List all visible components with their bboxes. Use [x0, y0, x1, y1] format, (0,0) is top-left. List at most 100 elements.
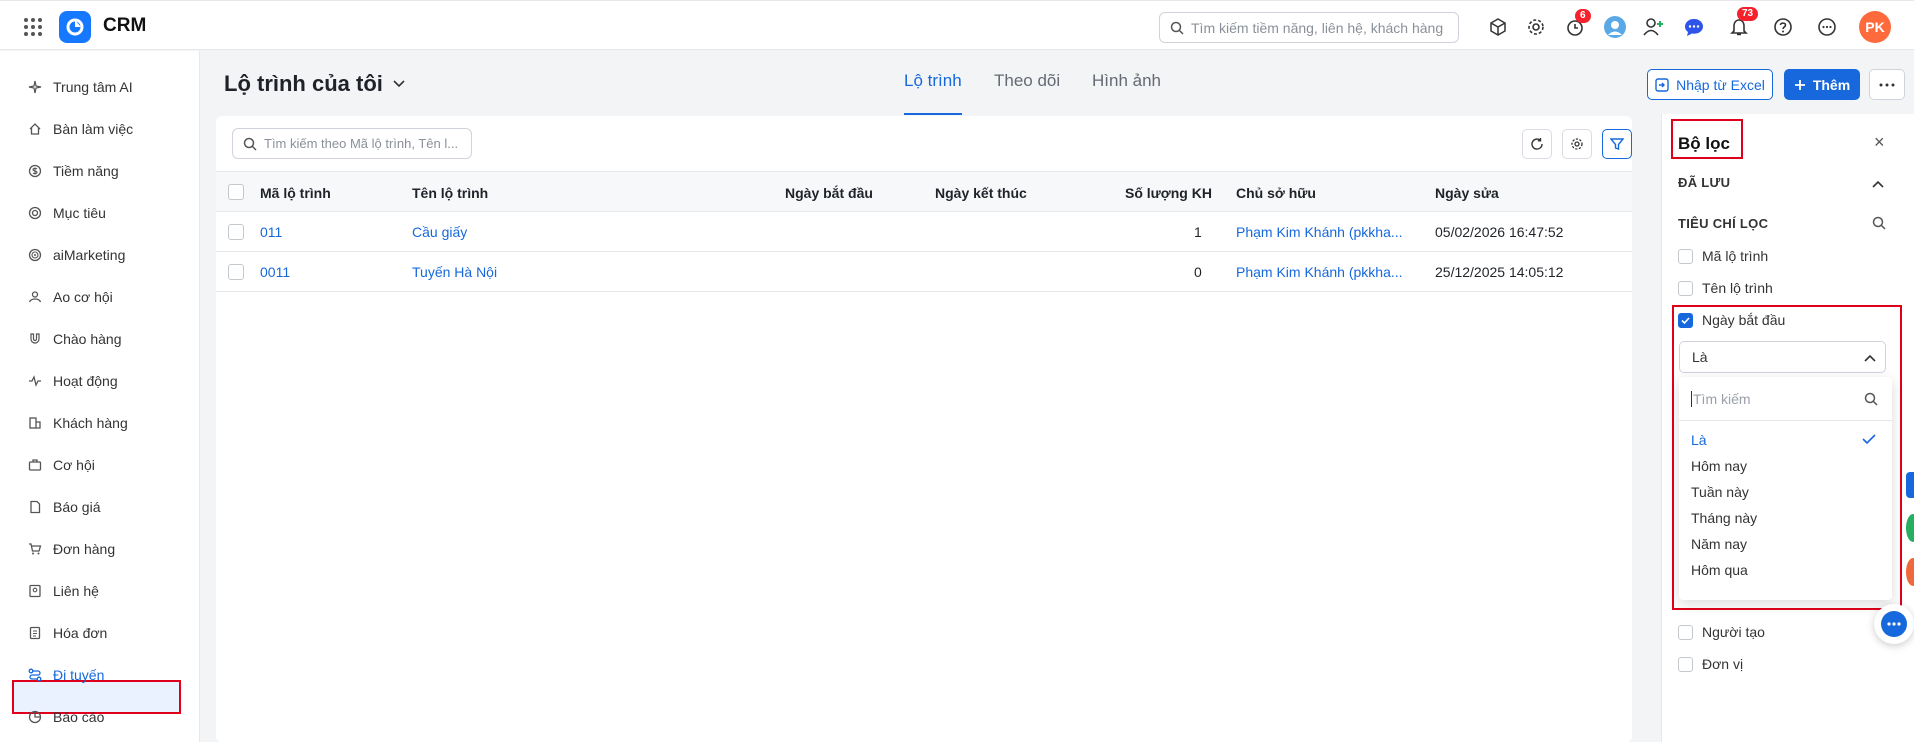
filter-field-ma-lo-trinh[interactable]: Mã lộ trình	[1678, 247, 1768, 265]
more-circle-icon[interactable]	[1815, 15, 1839, 39]
row-owner[interactable]: Phạm Kim Khánh (pkkha...	[1236, 224, 1403, 240]
search-icon	[1864, 392, 1878, 406]
filter-checkbox[interactable]	[1678, 280, 1693, 296]
chat-support-button[interactable]	[1874, 604, 1914, 644]
sidebar-item-trung-tâm-ai[interactable]: Trung tâm AI	[28, 75, 188, 99]
filter-checkbox[interactable]	[1678, 248, 1693, 264]
sidebar-item-cơ-hội[interactable]: Cơ hội	[28, 453, 188, 477]
filter-checkbox[interactable]	[1678, 624, 1693, 640]
add-user-icon[interactable]	[1642, 15, 1666, 39]
filter-checkbox[interactable]	[1678, 656, 1693, 672]
option-nam-nay[interactable]: Năm nay	[1691, 536, 1747, 552]
option-hom-nay[interactable]: Hôm nay	[1691, 458, 1747, 474]
sidebar: Trung tâm AI Bàn làm việc Tiềm năng Mục tiê…	[0, 51, 200, 742]
tab-lo-trinh[interactable]: Lộ trình	[904, 71, 962, 91]
invoice-icon	[29, 626, 41, 640]
sidebar-item-đi-tuyến[interactable]: Đi tuyến	[28, 663, 188, 687]
filter-field-ten-lo-trinh[interactable]: Tên lộ trình	[1678, 279, 1773, 297]
sidebar-item-liên-hệ[interactable]: Liên hệ	[28, 579, 188, 603]
notification-badge: 73	[1737, 7, 1759, 21]
page-title[interactable]: Lộ trình của tôi	[224, 71, 405, 97]
filter-field-nguoi-tao[interactable]: Người tạo	[1678, 623, 1765, 641]
sidebar-item-báo-cáo[interactable]: Báo cáo	[28, 705, 188, 729]
box-icon[interactable]	[1486, 15, 1510, 39]
sidebar-item-khách-hàng[interactable]: Khách hàng	[28, 411, 188, 435]
select-all-checkbox[interactable]	[228, 184, 244, 200]
row-code[interactable]: 011	[260, 224, 282, 240]
table-row[interactable]: 0011 Tuyến Hà Nội 0 Phạm Kim Khánh (pkkh…	[216, 252, 1632, 292]
option-tuan-nay[interactable]: Tuần này	[1691, 484, 1749, 500]
chevron-up-icon	[1864, 354, 1876, 362]
col-ngay-sua[interactable]: Ngày sửa	[1435, 185, 1499, 201]
checkmark-icon	[1681, 316, 1690, 324]
sidebar-item-chào-hàng[interactable]: Chào hàng	[28, 327, 188, 351]
sidebar-item-hoạt-động[interactable]: Hoạt động	[28, 369, 188, 393]
filter-checkbox-checked[interactable]	[1678, 312, 1693, 328]
side-orange-button[interactable]	[1906, 558, 1914, 586]
contact-icon	[29, 584, 41, 598]
tab-theo-doi[interactable]: Theo dõi	[994, 71, 1060, 91]
search-icon[interactable]	[1872, 216, 1886, 230]
side-green-button[interactable]	[1906, 514, 1914, 542]
col-chu-so-huu[interactable]: Chủ sở hữu	[1236, 185, 1316, 201]
sidebar-item-bàn-làm-việc[interactable]: Bàn làm việc	[28, 117, 188, 141]
option-hom-qua[interactable]: Hôm qua	[1691, 562, 1748, 578]
global-search-input[interactable]: Tìm kiếm tiềm năng, liên hệ, khách hàng	[1159, 12, 1459, 43]
operator-value: Là	[1692, 349, 1708, 365]
gear-icon[interactable]	[1524, 15, 1548, 39]
sidebar-item-label: Đi tuyến	[53, 667, 105, 683]
side-expand-tab[interactable]	[1906, 472, 1914, 498]
table-settings-button[interactable]	[1562, 129, 1592, 159]
import-excel-button[interactable]: Nhập từ Excel	[1647, 69, 1773, 100]
option-thang-nay[interactable]: Tháng này	[1691, 510, 1757, 526]
sidebar-item-báo-giá[interactable]: Báo giá	[28, 495, 188, 519]
help-icon[interactable]	[1771, 15, 1795, 39]
sidebar-item-mục-tiêu[interactable]: Mục tiêu	[28, 201, 188, 225]
table-row[interactable]: 011 Cầu giấy 1 Phạm Kim Khánh (pkkha... …	[216, 212, 1632, 252]
row-code[interactable]: 0011	[260, 264, 290, 280]
sidebar-item-đơn-hàng[interactable]: Đơn hàng	[28, 537, 188, 561]
chat-icon[interactable]	[1682, 15, 1706, 39]
row-name[interactable]: Tuyến Hà Nội	[412, 264, 497, 280]
refresh-button[interactable]	[1522, 129, 1552, 159]
row-owner[interactable]: Phạm Kim Khánh (pkkha...	[1236, 264, 1403, 280]
col-ngay-bat-dau[interactable]: Ngày bắt đầu	[785, 185, 873, 201]
filter-field-don-vi[interactable]: Đơn vị	[1678, 655, 1743, 673]
close-icon[interactable]: ×	[1874, 132, 1885, 153]
sidebar-item-aimarketing[interactable]: aiMarketing	[28, 243, 188, 267]
sidebar-item-hóa-đơn[interactable]: Hóa đơn	[28, 621, 188, 645]
crm-logo-icon	[59, 11, 91, 43]
row-checkbox[interactable]	[228, 264, 244, 280]
dollar-icon	[28, 164, 42, 178]
tab-hinh-anh[interactable]: Hình ảnh	[1092, 71, 1161, 91]
top-bar: CRM Tìm kiếm tiềm năng, liên hệ, khách h…	[0, 0, 1914, 50]
bell-icon[interactable]: 73	[1727, 7, 1759, 39]
filter-field-label: Ngày bắt đầu	[1702, 312, 1786, 328]
col-ngay-ket-thuc[interactable]: Ngày kết thúc	[935, 185, 1027, 201]
sidebar-item-tiềm-năng[interactable]: Tiềm năng	[28, 159, 188, 183]
option-la[interactable]: Là	[1691, 432, 1707, 448]
col-ma-lo-trinh[interactable]: Mã lộ trình	[260, 185, 331, 201]
row-checkbox[interactable]	[228, 224, 244, 240]
cart-icon	[29, 543, 42, 555]
sidebar-item-ao-cơ-hội[interactable]: Ao cơ hội	[28, 285, 188, 309]
table-search-input[interactable]: Tìm kiếm theo Mã lộ trình, Tên l...	[232, 128, 472, 159]
filter-field-ngay-bat-dau[interactable]: Ngày bắt đầu	[1678, 311, 1785, 329]
user-photo-icon[interactable]	[1603, 15, 1627, 39]
saved-section-label[interactable]: ĐÃ LƯU	[1678, 175, 1730, 190]
table-header: Mã lộ trình Tên lộ trình Ngày bắt đầu Ng…	[216, 171, 1632, 212]
add-button[interactable]: Thêm	[1784, 69, 1860, 100]
filter-toggle-button[interactable]	[1602, 129, 1632, 159]
target-icon	[28, 206, 42, 220]
col-ten-lo-trinh[interactable]: Tên lộ trình	[412, 185, 488, 201]
col-so-luong-kh[interactable]: Số lượng KH	[1125, 185, 1212, 201]
chevron-up-icon[interactable]	[1872, 180, 1884, 188]
timer-icon[interactable]: 6	[1563, 9, 1591, 39]
operator-dropdown: Tìm kiếm Là Hôm nay Tuần này Tháng này N…	[1679, 377, 1892, 600]
dropdown-search-input[interactable]: Tìm kiếm	[1679, 377, 1892, 421]
more-options-button[interactable]	[1869, 69, 1905, 100]
row-name[interactable]: Cầu giấy	[412, 224, 467, 240]
operator-select[interactable]: Là	[1679, 341, 1886, 373]
app-grid-icon[interactable]	[24, 18, 42, 36]
user-avatar[interactable]: PK	[1859, 11, 1891, 43]
